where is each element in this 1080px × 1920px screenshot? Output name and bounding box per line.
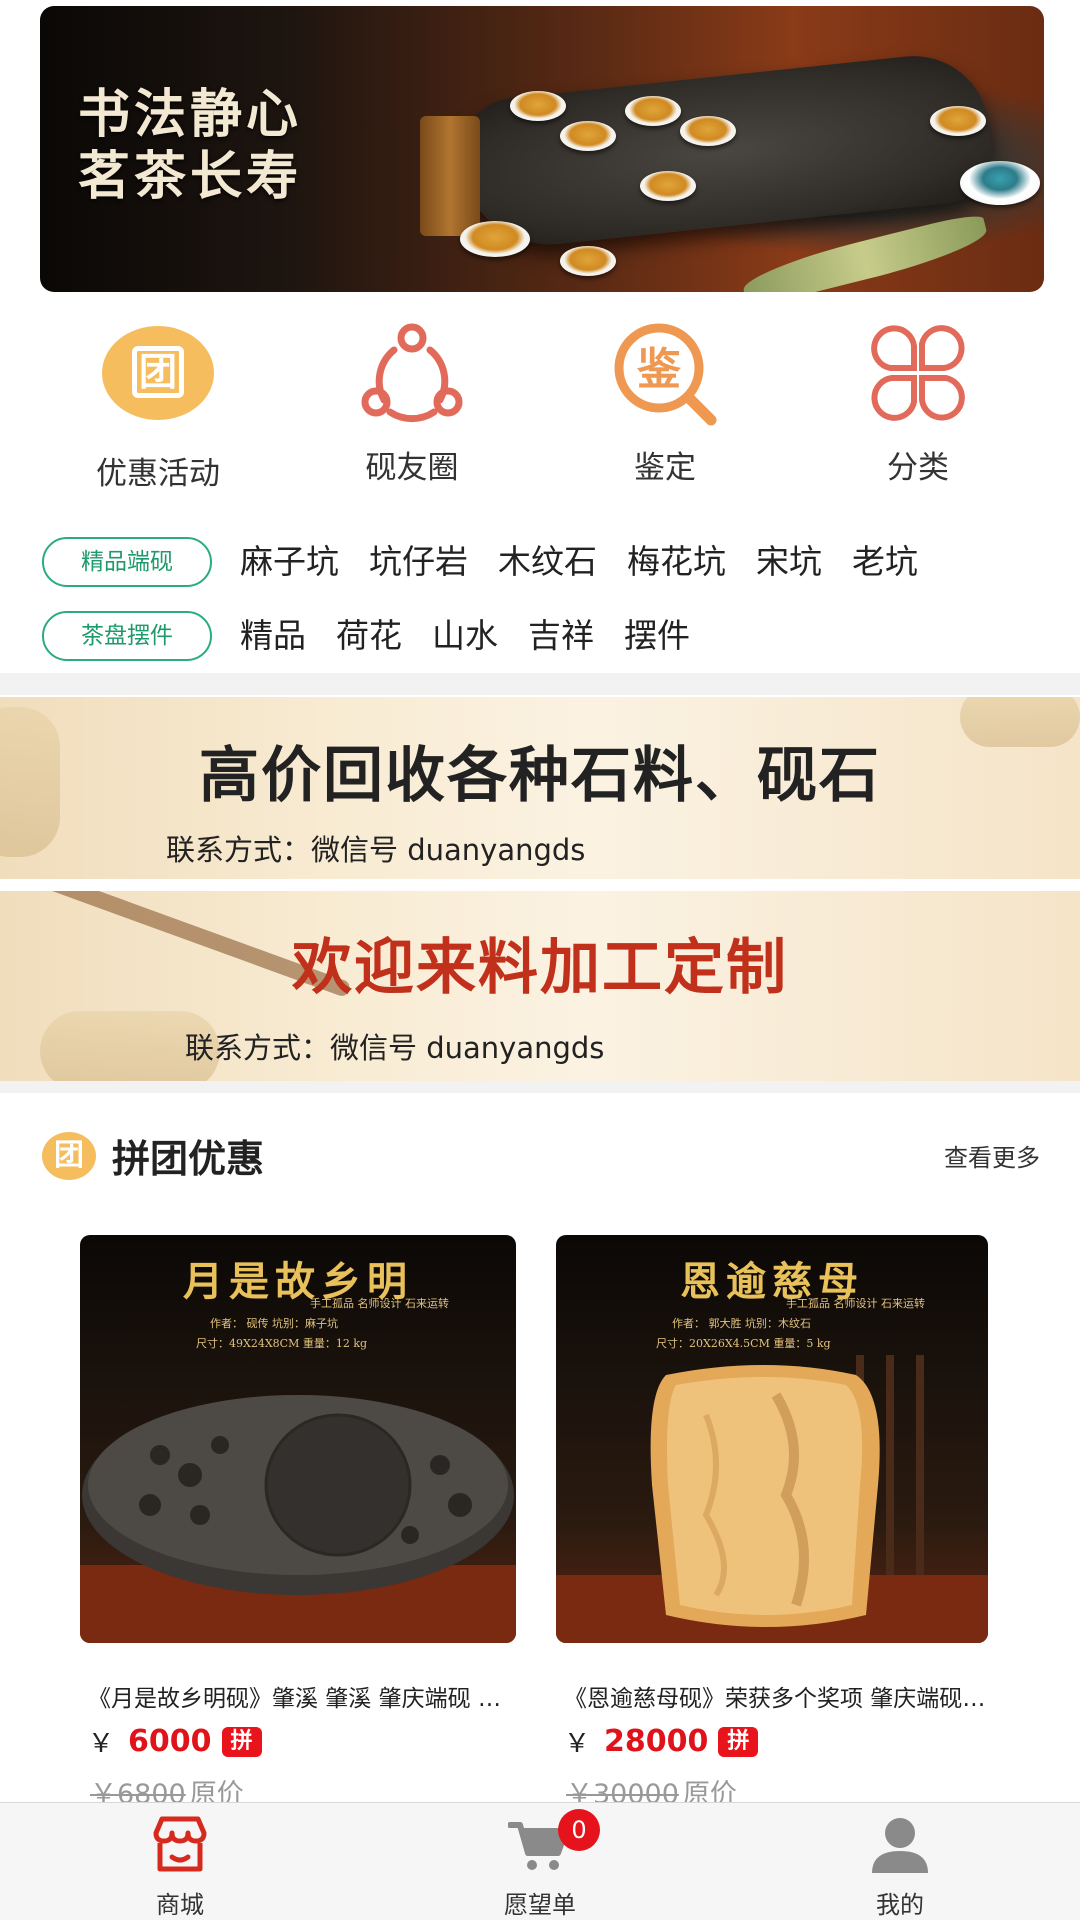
group-buy-badge-icon: 团 [42,1132,96,1180]
hero-banner[interactable]: 书法静心 茗茶长寿 [40,6,1044,292]
promo-banner-recycle[interactable]: 高价回收各种石料、砚石 联系方式：微信号 duanyangds [0,697,1080,879]
product-card[interactable]: 恩逾慈母 手工孤品 名师设计 石来运转 作者： 郭大胜 坑别：木纹石 尺寸：20… [556,1235,988,1811]
tag-link[interactable]: 摆件 [624,615,690,657]
price-row: ￥ 28000 拼 [556,1723,988,1760]
product-image[interactable]: 恩逾慈母 手工孤品 名师设计 石来运转 作者： 郭大胜 坑别：木纹石 尺寸：20… [556,1235,988,1643]
brush-holder-image [420,116,480,236]
group-price: 28000 [604,1724,709,1759]
appraisal-magnifier-icon: 鉴 [607,320,723,426]
tab-label: 愿望单 [504,1891,576,1919]
tag-row-tea-tray: 茶盘摆件 精品 荷花 山水 吉祥 摆件 [0,611,1080,671]
tea-cup-image [640,171,696,201]
share-circle-icon [354,320,470,426]
quick-nav-label: 分类 [887,450,949,486]
quick-nav: 团 优惠活动 砚友圈 鉴 鉴定 分类 [0,320,1080,493]
inkstone-image [556,1355,988,1643]
quick-nav-circle[interactable]: 砚友圈 [312,320,512,487]
category-pill[interactable]: 精品端砚 [42,537,212,587]
product-image-caption: 尺寸：20X26X4.5CM 重量：5 kg [656,1337,831,1350]
tag-row-inkstone: 精品端砚 麻子坑 坑仔岩 木纹石 梅花坑 宋坑 老坑 [0,537,1080,597]
promo-contact: 联系方式：微信号 duanyangds [185,1031,605,1065]
tab-label: 商城 [156,1891,204,1919]
tea-cup-image [930,106,986,136]
inkstone-image [80,1395,516,1643]
section-divider [0,1081,1080,1093]
category-grid-icon [860,320,976,426]
quick-nav-label: 鉴定 [634,450,696,486]
section-divider [0,879,1080,891]
tag-link[interactable]: 宋坑 [756,541,822,583]
hero-line-2: 茗茶长寿 [78,146,303,207]
tea-tray-image [453,48,997,254]
tag-link[interactable]: 荷花 [336,615,402,657]
product-image-caption: 作者： 砚传 坑别：麻子坑 [210,1317,338,1330]
quick-nav-category[interactable]: 分类 [818,320,1018,487]
tag-link[interactable]: 梅花坑 [627,541,726,583]
quick-nav-promotions[interactable]: 团 优惠活动 [58,320,258,493]
bottom-tab-bar: 商城 0 愿望单 我的 [0,1802,1080,1920]
cart-icon: 0 [507,1809,600,1875]
group-buy-tag: 拼 [718,1726,759,1757]
tea-cup-image [560,121,616,151]
product-card[interactable]: 月是故乡明 手工孤品 名师设计 石来运转 作者： 砚传 坑别：麻子坑 尺寸：49… [80,1235,516,1811]
svg-text:鉴: 鉴 [636,344,682,395]
tag-link[interactable]: 山水 [432,615,498,657]
product-image-caption: 手工孤品 名师设计 石来运转 [786,1297,925,1310]
tea-cup-image [460,221,530,257]
product-name[interactable]: 《月是故乡明砚》肇溪 肇溪 肇庆端砚 砚台 雕刻 [80,1679,516,1713]
group-buy-tag: 拼 [221,1726,262,1757]
price-row: ￥ 6000 拼 [80,1723,516,1760]
ink-leaf-image [739,211,991,292]
category-pill[interactable]: 茶盘摆件 [42,611,212,661]
currency-symbol: ￥ [564,1729,591,1759]
hero-slogan: 书法静心 茗茶长寿 [78,84,302,208]
tag-link[interactable]: 坑仔岩 [369,541,468,583]
promo-contact: 联系方式：微信号 duanyangds [166,833,586,867]
promo-title: 高价回收各种石料、砚石 [199,741,881,811]
section-title: 拼团优惠 [112,1137,265,1181]
product-image-caption: 手工孤品 名师设计 石来运转 [310,1297,449,1310]
promo-title: 欢迎来料加工定制 [292,933,788,1003]
tea-cup-image [625,96,681,126]
product-image-caption: 尺寸：49X24X8CM 重量：12 kg [196,1337,368,1350]
tea-cup-image [560,246,616,276]
tab-store[interactable]: 商城 [90,1815,270,1920]
group-buy-icon: 团 [100,326,216,432]
currency-symbol: ￥ [88,1729,115,1759]
wishlist-count-badge: 0 [558,1809,600,1851]
tea-cup-image [510,91,566,121]
quick-nav-label: 砚友圈 [365,450,459,486]
quick-nav-appraisal[interactable]: 鉴 鉴定 [565,320,765,487]
tag-link[interactable]: 老坑 [852,541,918,583]
group-price: 6000 [128,1724,212,1759]
user-icon [868,1815,932,1875]
store-icon [148,1815,212,1875]
tag-link[interactable]: 吉祥 [528,615,594,657]
group-buy-section-header: 团 拼团优惠 查看更多 [0,1120,1080,1190]
product-image[interactable]: 月是故乡明 手工孤品 名师设计 石来运转 作者： 砚传 坑别：麻子坑 尺寸：49… [80,1235,516,1643]
view-more-link[interactable]: 查看更多 [944,1138,1040,1173]
tea-caddy-image [960,161,1040,205]
tea-cup-image [680,116,736,146]
tab-label: 我的 [876,1891,924,1919]
hero-line-1: 书法静心 [78,84,303,145]
quick-nav-label: 优惠活动 [96,456,220,492]
tab-profile[interactable]: 我的 [810,1815,990,1920]
promo-banner-custom[interactable]: 欢迎来料加工定制 联系方式：微信号 duanyangds [0,891,1080,1081]
product-image-title: 月是故乡明 [183,1258,413,1305]
product-image-caption: 作者： 郭大胜 坑别：木纹石 [672,1317,811,1330]
tab-wishlist[interactable]: 0 愿望单 [450,1809,630,1920]
tag-link[interactable]: 精品 [240,615,306,657]
product-name[interactable]: 《恩逾慈母砚》荣获多个奖项 肇庆端砚 木纹石 [556,1679,988,1713]
tag-link[interactable]: 木纹石 [498,541,597,583]
tag-link[interactable]: 麻子坑 [240,541,339,583]
section-divider [0,673,1080,695]
